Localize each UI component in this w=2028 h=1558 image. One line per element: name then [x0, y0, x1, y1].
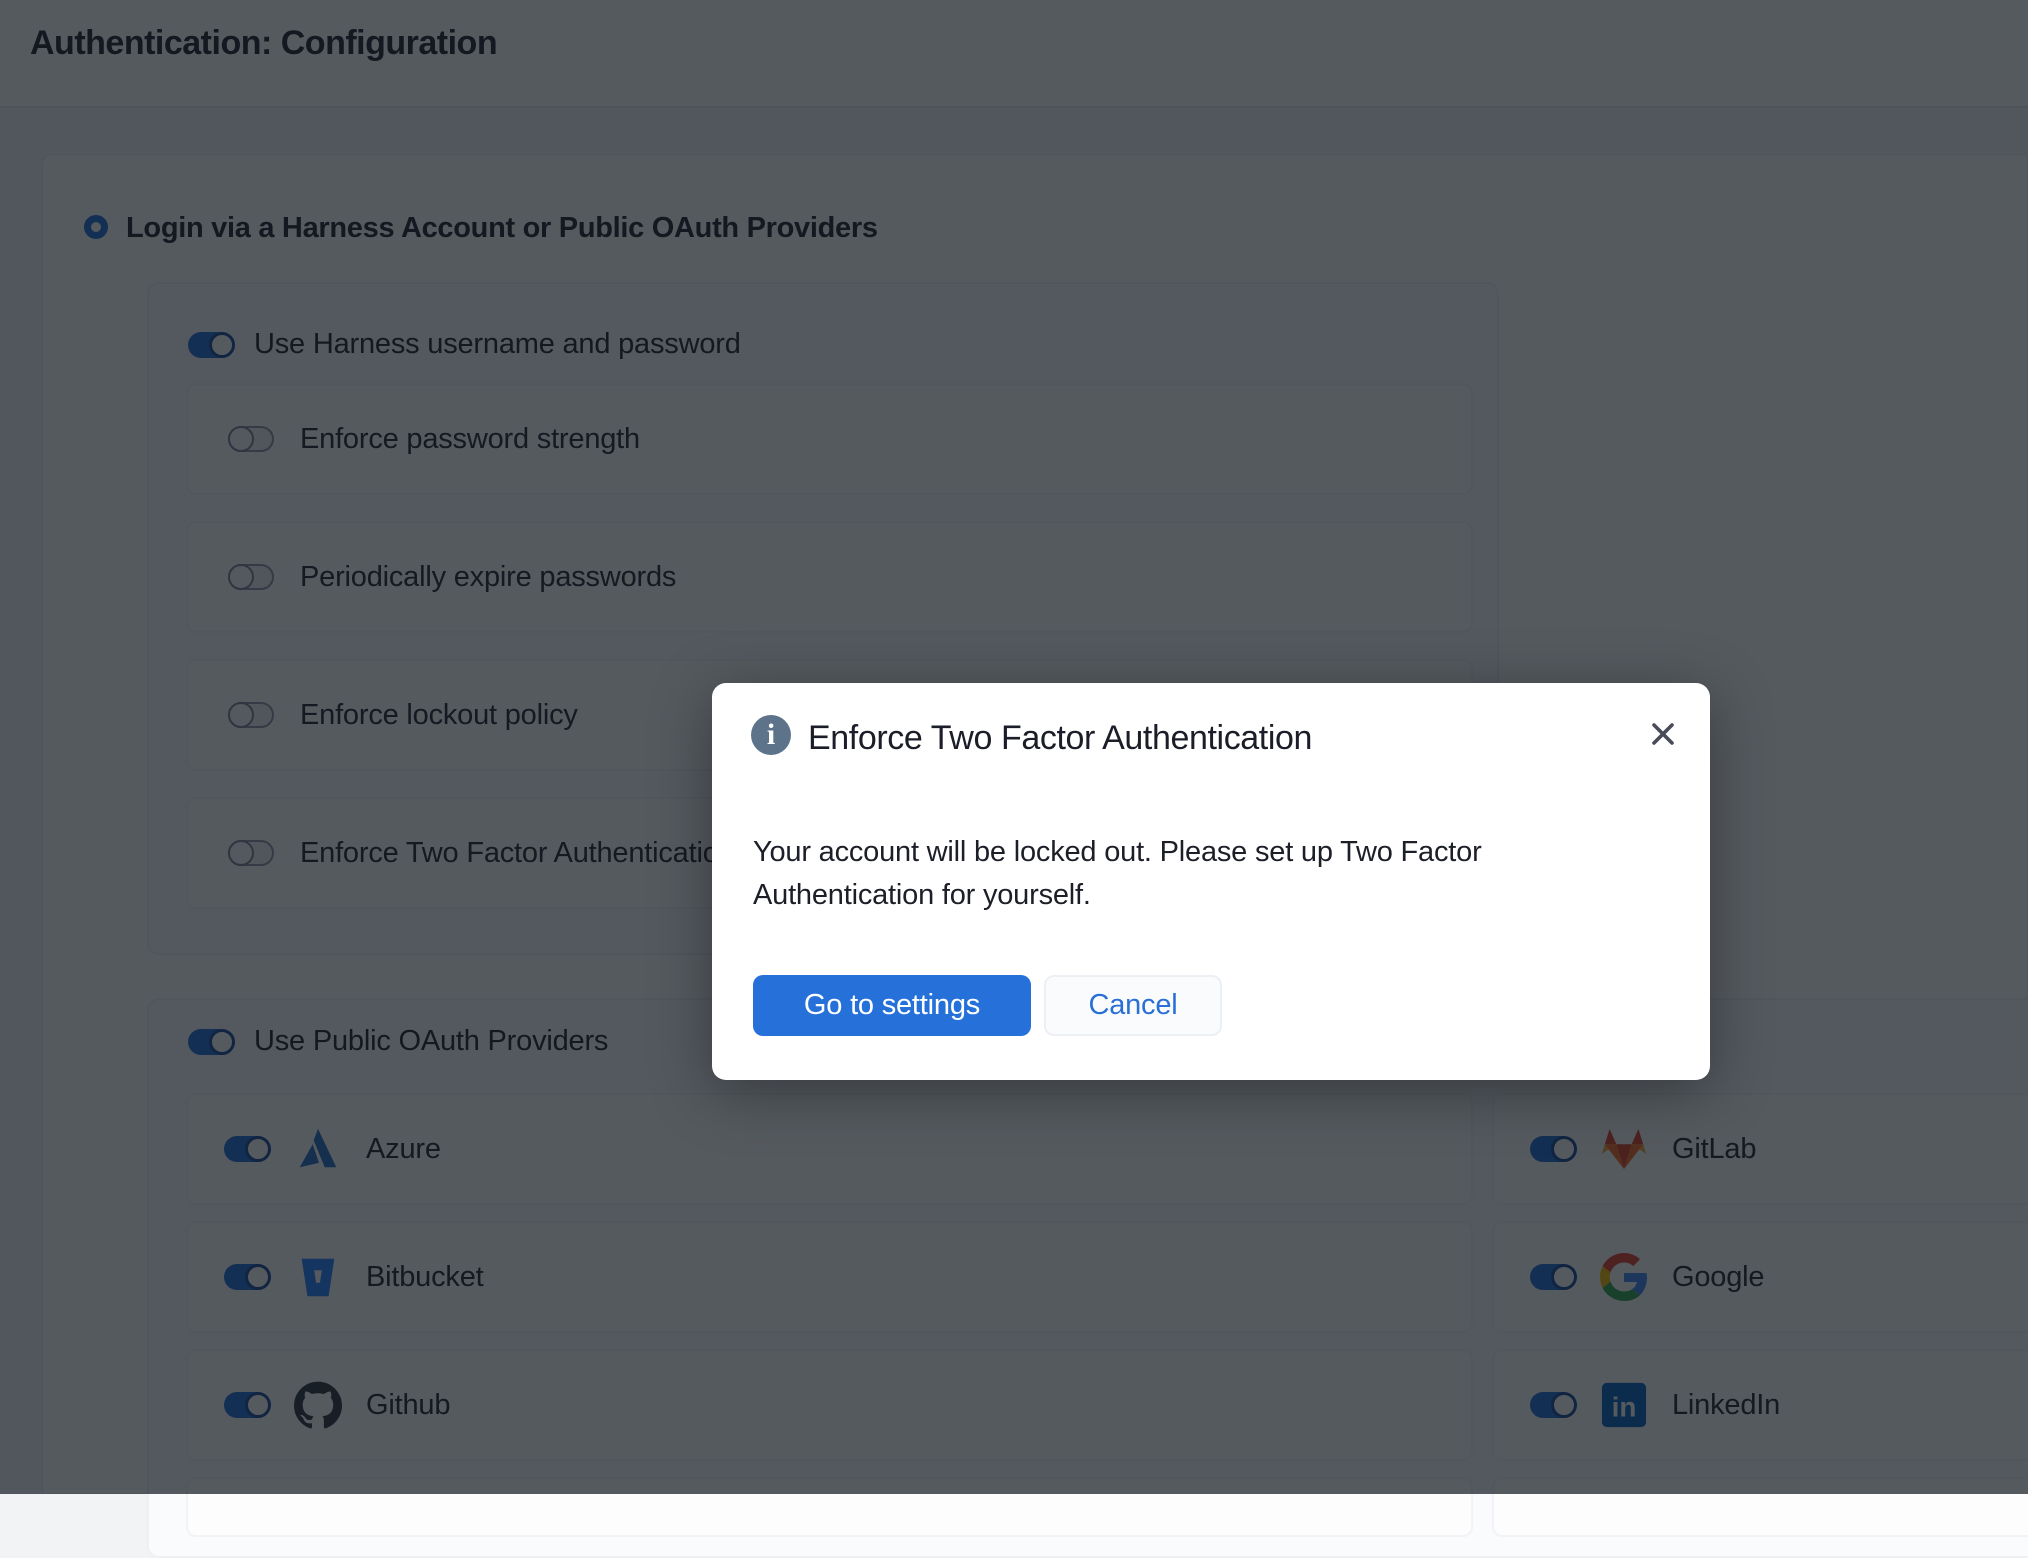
modal-body-text: Your account will be locked out. Please …: [753, 831, 1563, 917]
two-factor-modal: i Enforce Two Factor Authentication Your…: [712, 683, 1710, 1080]
close-icon[interactable]: [1648, 719, 1678, 749]
go-to-settings-button[interactable]: Go to settings: [753, 975, 1031, 1036]
info-icon: i: [751, 715, 791, 755]
modal-title: Enforce Two Factor Authentication: [808, 719, 1312, 758]
cancel-button[interactable]: Cancel: [1044, 975, 1222, 1036]
